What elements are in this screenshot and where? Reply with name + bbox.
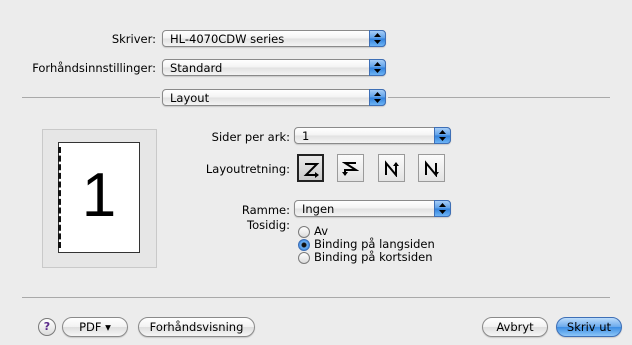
border-value: Ingen — [302, 202, 335, 216]
presets-value: Standard — [170, 61, 223, 75]
two-sided-short-edge-radio[interactable] — [298, 252, 310, 264]
popup-arrows-icon — [434, 200, 451, 217]
n-arrow-icon — [425, 160, 439, 177]
separator-line — [22, 97, 160, 98]
panel-value: Layout — [170, 91, 210, 105]
border-label: Ramme: — [241, 203, 290, 217]
popup-arrows-icon — [369, 89, 386, 106]
layout-preview: 1 — [42, 129, 157, 268]
two-sided-off-label: Av — [314, 224, 328, 238]
two-sided-long-edge-radio[interactable] — [298, 239, 310, 251]
border-popup[interactable]: Ingen — [294, 200, 451, 217]
print-button[interactable]: Skriv ut — [556, 317, 622, 337]
help-button[interactable]: ? — [38, 318, 56, 336]
layout-direction-s[interactable] — [337, 154, 364, 182]
layout-direction-z[interactable] — [297, 154, 324, 182]
z-arrow-icon — [303, 163, 320, 178]
printer-popup[interactable]: HL-4070CDW series — [162, 30, 386, 47]
presets-popup[interactable]: Standard — [162, 59, 386, 76]
printer-label: Skriver: — [111, 32, 156, 46]
panel-popup[interactable]: Layout — [162, 89, 386, 106]
layout-direction-n[interactable] — [418, 154, 445, 182]
two-sided-long-edge-label: Binding på langsiden — [314, 237, 435, 251]
separator-line — [388, 97, 610, 98]
pages-per-sheet-label: Sider per ark: — [211, 130, 290, 144]
preview-page-number: 1 — [81, 161, 117, 230]
pages-per-sheet-value: 1 — [302, 129, 310, 143]
reverse-n-arrow-icon — [385, 160, 399, 177]
cancel-button[interactable]: Avbryt — [482, 317, 548, 337]
printer-value: HL-4070CDW series — [170, 32, 285, 46]
layout-direction-reverse-n[interactable] — [378, 154, 405, 182]
presets-label: Forhåndsinnstillinger: — [32, 61, 156, 75]
preview-button[interactable]: Forhåndsvisning — [138, 317, 255, 337]
popup-arrows-icon — [369, 59, 386, 76]
s-arrow-icon — [342, 162, 359, 176]
popup-arrows-icon — [369, 30, 386, 47]
pages-per-sheet-popup[interactable]: 1 — [294, 127, 451, 144]
preview-page: 1 — [58, 142, 140, 253]
pdf-button[interactable]: PDF ▾ — [62, 317, 128, 337]
popup-arrows-icon — [434, 127, 451, 144]
layout-direction-label: Layoutretning: — [205, 162, 290, 176]
two-sided-label: Tosidig: — [247, 218, 290, 232]
two-sided-off-radio[interactable] — [298, 226, 310, 238]
bottom-separator — [22, 297, 610, 298]
two-sided-short-edge-label: Binding på kortsiden — [314, 250, 433, 264]
